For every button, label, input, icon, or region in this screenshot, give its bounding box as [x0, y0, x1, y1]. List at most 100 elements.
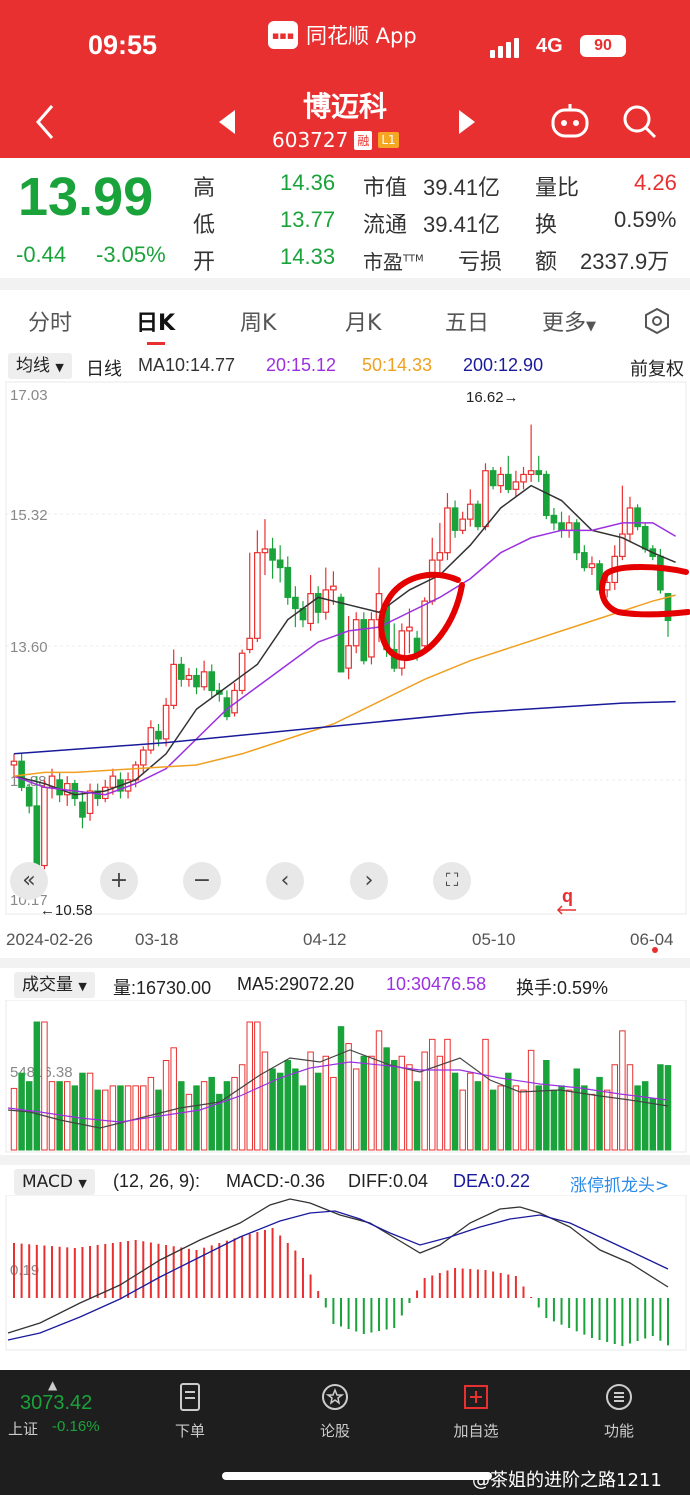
limit-up-link[interactable]: 涨停抓龙头> [570, 1171, 669, 1196]
macd-selector[interactable]: MACD ▼ [14, 1169, 95, 1195]
candle-body [25, 786, 33, 807]
pe-label: 市盈TTM [363, 246, 424, 275]
zoom-out-button[interactable]: − [183, 862, 221, 900]
candle-body [79, 801, 86, 818]
volume-bar [48, 1081, 56, 1151]
candle-body [352, 619, 360, 647]
volume-bars [10, 1021, 672, 1151]
volume-ratio-value: 4.26 [634, 170, 677, 195]
candle-body [56, 779, 63, 796]
macd-params: (12, 26, 9): [113, 1171, 201, 1191]
pe-value: 亏损 [458, 250, 503, 275]
nav-add-watchlist[interactable]: 加自选 [426, 1382, 526, 1441]
candle-body [33, 805, 41, 870]
candle-body [581, 552, 588, 569]
kline-chart[interactable]: 17.03 15.32 13.60 11.88 10.17 16.62→ ←10… [0, 380, 690, 920]
volume-bar [231, 1076, 238, 1151]
volume-bar [223, 1081, 231, 1151]
volume-bar [155, 1089, 162, 1151]
zoom-in-button[interactable]: + [100, 862, 138, 900]
volume-bar [588, 1093, 596, 1151]
period-label: 日线 [86, 359, 122, 380]
today-dot [652, 947, 658, 953]
scroll-right-button[interactable]: › [350, 862, 388, 900]
volume-bar [238, 1064, 246, 1151]
candle-body [550, 514, 558, 524]
scroll-start-button[interactable]: « [10, 862, 48, 900]
home-indicator[interactable] [222, 1472, 492, 1480]
volume-bar [246, 1021, 253, 1151]
index-name: 上证 [8, 1420, 39, 1438]
volume-bar [505, 1072, 512, 1151]
stock-code: 603727 [272, 128, 349, 152]
current-price: 13.99 [18, 167, 154, 227]
candle-body [428, 559, 436, 602]
volume-bar [208, 1076, 215, 1151]
volume-bar [307, 1051, 314, 1151]
ma-selector[interactable]: 均线 ▼ [8, 353, 72, 379]
candle-body [504, 473, 512, 490]
menu-circle-icon [606, 1384, 632, 1410]
volume-bar [626, 1064, 634, 1151]
volume-ratio-label: 量比 [535, 176, 580, 201]
candle-body [497, 473, 505, 487]
candle-body [162, 704, 170, 740]
volume-bar [406, 1064, 413, 1151]
nav-order[interactable]: 下单 [140, 1382, 240, 1441]
mcap-label: 市值 [363, 176, 408, 201]
candle-body [406, 626, 413, 632]
battery-icon: 90 [580, 35, 626, 57]
settings-hexagon-icon[interactable] [643, 307, 671, 335]
tab-more[interactable]: 更多▼ [542, 305, 596, 337]
candle-body [444, 507, 451, 554]
tab-five-day[interactable]: 五日 [445, 305, 489, 337]
volume-bar [25, 1081, 33, 1151]
volume-bar [337, 1026, 345, 1151]
volume-chart: 54816.38 [5, 1000, 687, 1153]
float-value: 39.41亿 [423, 212, 501, 237]
q-mark-annotation: q [562, 886, 573, 906]
volume-bar [375, 1030, 383, 1151]
chevron-down-icon: ▼ [586, 319, 597, 334]
volume-selector[interactable]: 成交量 ▼ [14, 972, 95, 998]
volume-bar [276, 1072, 284, 1151]
open-label: 开 [193, 250, 216, 275]
fullscreen-button[interactable]: ⛶ [433, 862, 471, 900]
ma20-line [13, 522, 676, 796]
ma50-line [13, 594, 676, 777]
app-logo-icon: ▪▪▪ [268, 21, 298, 49]
tab-monthly-k[interactable]: 月K [345, 305, 381, 337]
candle-body [368, 619, 375, 658]
candle-body [314, 593, 322, 613]
volume-bar [451, 1072, 459, 1151]
volume-bar [170, 1047, 177, 1151]
tab-weekly-k[interactable]: 周K [240, 305, 276, 337]
adjust-mode[interactable]: 前复权 [630, 355, 684, 381]
candle-body [535, 470, 543, 476]
robot-assistant-icon[interactable] [550, 102, 590, 140]
volume-bar [444, 1038, 451, 1151]
candle-body [109, 775, 117, 788]
candle-body [177, 663, 185, 680]
volume-bar [467, 1072, 474, 1151]
next-stock-icon[interactable] [455, 108, 479, 136]
candle-body [322, 589, 330, 613]
volume-bar [649, 1098, 657, 1151]
candle-body [588, 563, 596, 569]
volume-bar [573, 1068, 580, 1151]
macd-value: MACD:-0.36 [226, 1171, 326, 1191]
section-divider [0, 1155, 690, 1165]
candle-body [193, 674, 200, 688]
scroll-left-button[interactable]: ‹ [266, 862, 304, 900]
candle-body [147, 727, 155, 751]
nav-discuss-label: 论股 [319, 1422, 350, 1440]
ma200-value: 200:12.90 [463, 355, 544, 375]
search-icon[interactable] [620, 102, 658, 140]
tab-intraday[interactable]: 分时 [28, 305, 72, 337]
nav-discuss[interactable]: 论股 [285, 1382, 385, 1441]
candle-body [459, 518, 467, 531]
volume-bar [360, 1055, 368, 1151]
tab-daily-k[interactable]: 日K [136, 305, 175, 337]
low-annotation: ←10.58 [40, 902, 93, 919]
nav-functions[interactable]: 功能 [569, 1382, 669, 1441]
